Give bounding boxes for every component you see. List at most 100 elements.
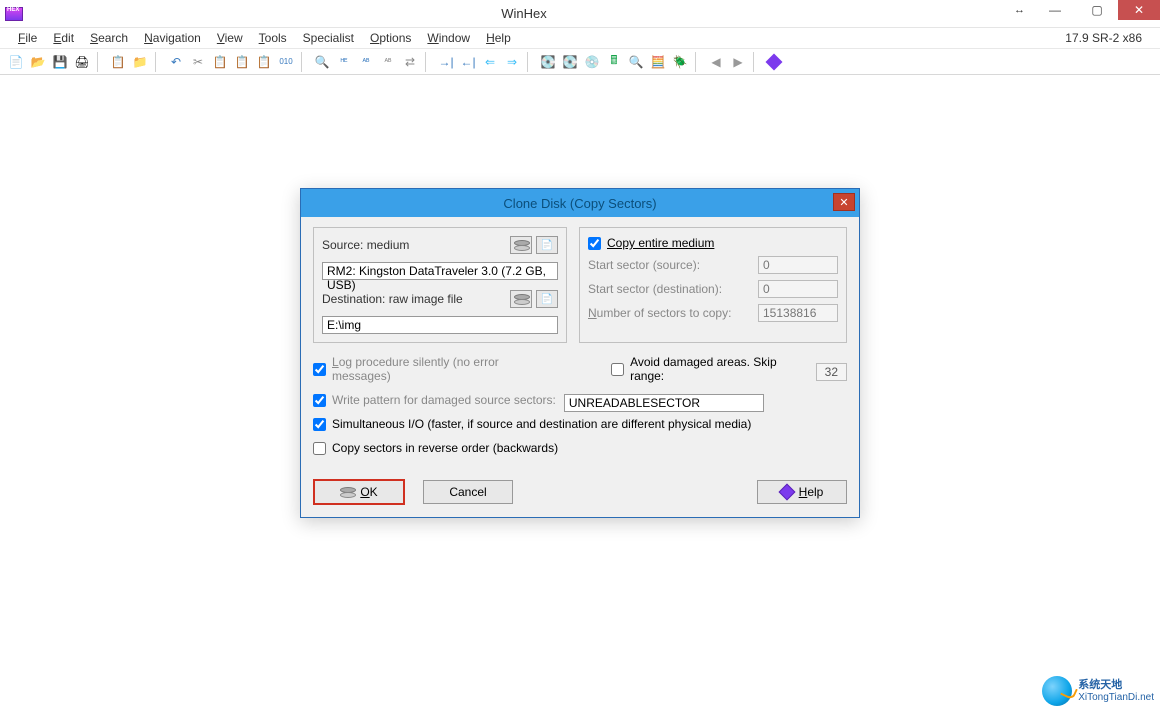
globe-icon [1042,676,1072,706]
forward-icon[interactable]: ⇒ [502,52,522,72]
avoid-damaged-input[interactable] [611,363,624,376]
dest-file-button[interactable]: 📄 [536,290,558,308]
skip-range-field[interactable]: 32 [816,363,847,381]
menu-window[interactable]: Window [419,29,478,47]
replace-icon[interactable]: ⇄ [400,52,420,72]
log-silently-input[interactable] [313,363,326,376]
source-dest-panel: Source: medium 📄 RM2: Kingston DataTrave… [313,227,567,343]
calculator-icon[interactable]: 🧮 [648,52,668,72]
separator-icon [527,52,533,72]
play-next-icon[interactable]: ▶ [728,52,748,72]
print-icon[interactable]: 🖨 [72,52,92,72]
copy-entire-input[interactable] [588,237,601,250]
menu-help[interactable]: Help [478,29,519,47]
help-icon[interactable] [764,52,784,72]
watermark-en: XiTongTianDi.net [1078,692,1154,703]
menu-file[interactable]: File [10,29,45,47]
copy-icon[interactable]: 📋 [210,52,230,72]
separator-icon [155,52,161,72]
hex-view-icon[interactable]: 010 [276,52,296,72]
destination-field[interactable]: E:\img [322,316,558,334]
menu-navigation[interactable]: Navigation [136,29,209,47]
maximize-button[interactable]: ▢ [1076,0,1118,20]
menu-view[interactable]: View [209,29,251,47]
ok-button[interactable]: OK [313,479,405,505]
close-button[interactable]: ✕ [1118,0,1160,20]
paste-icon[interactable]: 📋 [232,52,252,72]
hex-icon [5,7,23,21]
separator-icon [301,52,307,72]
open-folder-icon[interactable]: 📂 [28,52,48,72]
play-prev-icon[interactable]: ◀ [706,52,726,72]
source-field[interactable]: RM2: Kingston DataTraveler 3.0 (7.2 GB, … [322,262,558,280]
menu-bar: File Edit Search Navigation View Tools S… [0,28,1160,49]
save-icon[interactable]: 💾 [50,52,70,72]
menu-tools[interactable]: Tools [251,29,295,47]
copy-entire-checkbox[interactable]: Copy entire medium [588,236,838,250]
menu-specialist[interactable]: Specialist [295,29,362,47]
find-text-icon[interactable]: ᴬᴮ [356,52,376,72]
disk-icon [514,240,528,250]
clone-disk-dialog: Clone Disk (Copy Sectors) ✕ Source: medi… [300,188,860,518]
dialog-close-button[interactable]: ✕ [833,193,855,211]
open-disk-icon[interactable]: 💿 [582,52,602,72]
separator-icon [425,52,431,72]
menu-search[interactable]: Search [82,29,136,47]
reverse-order-input[interactable] [313,442,326,455]
goto-back-icon[interactable]: ←| [458,52,478,72]
ram-viewer-icon[interactable]: 🖩 [604,52,624,72]
clipboard-icon[interactable]: 📋 [254,52,274,72]
analyze-icon[interactable]: 🔍 [626,52,646,72]
write-pattern-input[interactable] [313,394,326,407]
menu-options[interactable]: Options [362,29,419,47]
window-title: WinHex [28,6,1160,21]
undo-icon[interactable]: ↶ [166,52,186,72]
find-again-icon[interactable]: ᴬᴮ [378,52,398,72]
avoid-damaged-checkbox[interactable]: Avoid damaged areas. Skip range: [611,355,808,383]
dest-disk-button[interactable] [510,290,532,308]
dialog-body: Source: medium 📄 RM2: Kingston DataTrave… [301,217,859,517]
cancel-button[interactable]: Cancel [423,480,513,504]
directory-icon[interactable]: 📁 [130,52,150,72]
find-hex-icon[interactable]: ᴴᴱ [334,52,354,72]
watermark-cn: 系统天地 [1078,679,1154,691]
avoid-damaged-label: Avoid damaged areas. Skip range: [630,355,808,383]
help-button[interactable]: Help [757,480,847,504]
find-icon[interactable]: 🔍 [312,52,332,72]
goto-icon[interactable]: →| [436,52,456,72]
write-pattern-checkbox[interactable]: Write pattern for damaged source sectors… [313,393,556,407]
back-icon[interactable]: ⇐ [480,52,500,72]
simultaneous-io-label: Simultaneous I/O (faster, if source and … [332,417,751,431]
source-label: Source: medium [322,238,409,252]
simultaneous-io-input[interactable] [313,418,326,431]
reverse-order-checkbox[interactable]: Copy sectors in reverse order (backwards… [313,441,558,455]
minimize-button[interactable]: — [1034,0,1076,20]
new-file-icon[interactable]: 📄 [6,52,26,72]
disk-icon [340,487,354,497]
separator-icon [753,52,759,72]
pattern-field[interactable] [564,394,764,412]
write-pattern-label: Write pattern for damaged source sectors… [332,393,556,407]
disk1-icon[interactable]: 💽 [538,52,558,72]
start-source-field: 0 [758,256,838,274]
source-disk-button[interactable] [510,236,532,254]
start-dest-label: Start sector (destination): [588,282,750,296]
toolbar: 📄 📂 💾 🖨 📋 📁 ↶ ✂ 📋 📋 📋 010 🔍 ᴴᴱ ᴬᴮ ᴬᴮ ⇄ →… [0,49,1160,75]
simultaneous-io-checkbox[interactable]: Simultaneous I/O (faster, if source and … [313,417,751,431]
start-source-label: Start sector (source): [588,258,750,272]
reverse-order-label: Copy sectors in reverse order (backwards… [332,441,558,455]
log-silently-label: Log procedure silently (no error message… [332,355,553,383]
app-icon [0,0,28,28]
disk2-icon[interactable]: 💽 [560,52,580,72]
start-dest-field: 0 [758,280,838,298]
log-silently-checkbox[interactable]: Log procedure silently (no error message… [313,355,553,383]
menu-edit[interactable]: Edit [45,29,82,47]
title-bar: WinHex ↔ — ▢ ✕ [0,0,1160,28]
source-file-button[interactable]: 📄 [536,236,558,254]
properties-icon[interactable]: 📋 [108,52,128,72]
destination-label: Destination: raw image file [322,292,463,306]
watermark: 系统天地 XiTongTianDi.net [1042,676,1154,706]
script-icon[interactable]: 🪲 [670,52,690,72]
cut-icon[interactable]: ✂ [188,52,208,72]
disk-icon [514,294,528,304]
